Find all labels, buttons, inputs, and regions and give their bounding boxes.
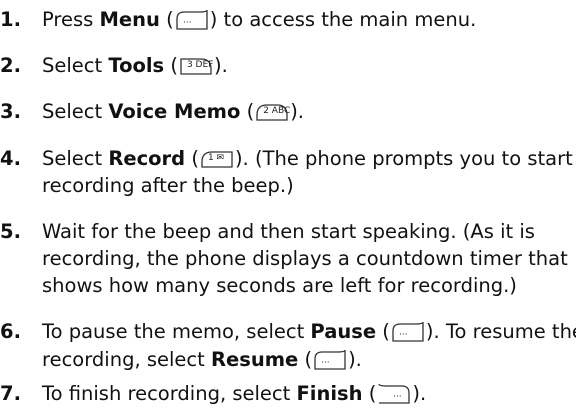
key-2-icon: 2 ABC bbox=[255, 101, 291, 122]
voice-memo-label: Voice Memo bbox=[108, 100, 241, 123]
key-1-icon: 1 ✉ bbox=[200, 148, 234, 169]
step-text-part: ( bbox=[362, 382, 377, 405]
key-3-icon: 3 DEF bbox=[179, 55, 213, 76]
resume-label: Resume bbox=[210, 348, 299, 371]
step-text: To finish recording, select Finish ( ···)… bbox=[42, 380, 576, 408]
step-text: Wait for the beep and then start speakin… bbox=[42, 220, 535, 243]
step-text-part: ). bbox=[412, 382, 427, 405]
step-text-part: ( bbox=[185, 147, 199, 170]
step-text: To pause the memo, select Pause ( ··· ). T… bbox=[42, 318, 576, 346]
step-text: shows how many seconds are left for reco… bbox=[42, 274, 517, 297]
svg-text:···: ··· bbox=[321, 358, 330, 368]
step-text-part: ). bbox=[290, 100, 305, 123]
step-number: 1. bbox=[0, 8, 21, 31]
step-number: 7. bbox=[0, 382, 21, 405]
tools-label: Tools bbox=[108, 54, 165, 77]
svg-text:···: ··· bbox=[393, 392, 402, 402]
svg-text:···: ··· bbox=[183, 18, 192, 28]
step-text-part: ( bbox=[376, 320, 390, 343]
svg-text:···: ··· bbox=[399, 330, 408, 340]
step-text-part: Press bbox=[42, 8, 100, 31]
step-number: 3. bbox=[0, 100, 21, 123]
step-text-part: ) to access the main menu. bbox=[209, 8, 477, 31]
menu-label: Menu bbox=[99, 8, 160, 31]
left-softkey-icon: ··· bbox=[391, 321, 425, 342]
step-text: Press Menu ( ··· ) to access the main menu… bbox=[42, 6, 576, 34]
step-text-part: ( bbox=[298, 348, 313, 371]
key-label: 3 DEF bbox=[186, 60, 214, 70]
left-softkey-icon: ··· bbox=[175, 9, 209, 30]
step-text: Select Voice Memo (2 ABC). bbox=[42, 98, 576, 126]
step-text-part: ( bbox=[159, 8, 174, 31]
step-number: 4. bbox=[0, 147, 21, 170]
step-text: recording, select Resume ( ···). bbox=[42, 346, 576, 374]
step-text-part: ). bbox=[213, 54, 228, 77]
step-text-part: ). (The phone prompts you to start bbox=[234, 147, 573, 170]
left-softkey-icon: ··· bbox=[313, 349, 347, 370]
step-text: Select Tools (3 DEF). bbox=[42, 52, 576, 80]
step-number: 6. bbox=[0, 320, 21, 343]
step-text-part: ( bbox=[164, 54, 178, 77]
finish-label: Finish bbox=[296, 382, 363, 405]
record-label: Record bbox=[108, 147, 186, 170]
key-label: 2 ABC bbox=[263, 106, 291, 116]
step-text-part: ). To resume the bbox=[425, 320, 576, 343]
right-softkey-icon: ··· bbox=[377, 383, 411, 404]
step-text-part: ). bbox=[348, 348, 362, 371]
step-text-part: recording, select bbox=[42, 348, 211, 371]
step-text-part: ( bbox=[240, 100, 255, 123]
step-text: recording, the phone displays a countdow… bbox=[42, 247, 568, 270]
step-text-part: Select bbox=[42, 147, 109, 170]
step-number: 2. bbox=[0, 54, 21, 77]
step-text-part: Select bbox=[42, 54, 109, 77]
step-number: 5. bbox=[0, 220, 21, 243]
step-text: Select Record (1 ✉ ). (The phone prompts … bbox=[42, 145, 576, 173]
step-text-part: To pause the memo, select bbox=[42, 320, 311, 343]
key-label: 1 ✉ bbox=[207, 153, 225, 163]
step-text: recording after the beep.) bbox=[42, 174, 294, 197]
step-text-part: To finish recording, select bbox=[42, 382, 297, 405]
step-text-part: Select bbox=[42, 100, 109, 123]
pause-label: Pause bbox=[310, 320, 377, 343]
